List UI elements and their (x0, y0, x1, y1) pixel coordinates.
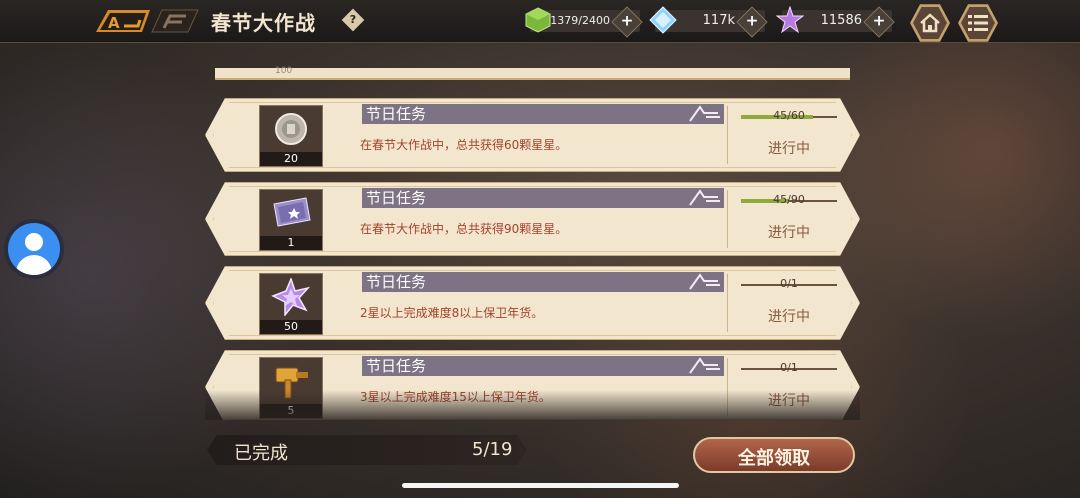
stamina-value: 1379/2400 (550, 14, 610, 27)
task-status: 进行中 (768, 225, 810, 241)
reward-count: 50 (260, 320, 322, 334)
task-banner: 节日任务 (362, 272, 724, 292)
svg-text:A: A (108, 14, 120, 32)
reward-item[interactable]: 20 (259, 105, 323, 167)
menu-button[interactable] (958, 4, 998, 42)
menu-list-icon (968, 15, 988, 31)
banner-emblem-icon (689, 357, 720, 374)
reward-count: 1 (260, 236, 322, 250)
task-banner: 节日任务 (362, 104, 724, 124)
task-progress: 45/60 (741, 109, 837, 122)
resource-star-gem: 11586 + (776, 6, 895, 38)
coin-medal-icon (275, 113, 307, 145)
task-card: 1 节日任务 在春节大作战中，总共获得90颗星星。 45/90 进行中 (205, 182, 860, 256)
top-bar: A 春节大作战 ? 1379/2400 + 117k + 11586 + (0, 0, 1080, 43)
task-card: 50 节日任务 2星以上完成难度8以上保卫年货。 0/1 进行中 (205, 266, 860, 340)
plus-icon: + (620, 11, 634, 30)
task-banner: 节日任务 (362, 188, 724, 208)
green-cube-icon (525, 7, 551, 33)
task-banner: 节日任务 (362, 356, 724, 376)
progress-text: 45/60 (773, 109, 805, 122)
task-description: 3星以上完成难度15以上保卫年货。 (360, 390, 551, 404)
add-star-gem-button[interactable]: + (863, 6, 895, 38)
completed-label: 已完成 (234, 443, 288, 464)
banner-emblem-icon (689, 273, 720, 290)
task-type-label: 节日任务 (366, 105, 427, 123)
task-status: 进行中 (768, 309, 810, 325)
partial-count: 100 (275, 66, 293, 76)
floating-assistant-button[interactable] (4, 219, 64, 279)
reward-count: 5 (260, 404, 322, 418)
plus-icon: + (745, 11, 759, 30)
task-status: 进行中 (768, 393, 810, 409)
reward-item[interactable]: 1 (259, 189, 323, 251)
task-progress: 45/90 (741, 193, 837, 206)
home-button[interactable] (910, 4, 950, 42)
task-type-label: 节日任务 (366, 273, 427, 291)
task-progress: 0/1 (741, 277, 837, 290)
task-card: 5 节日任务 3星以上完成难度15以上保卫年货。 0/1 进行中 (205, 350, 860, 420)
blue-crystal-icon (649, 6, 677, 34)
task-description: 在春节大作战中，总共获得60颗星星。 (360, 138, 568, 152)
banner-emblem-icon (689, 105, 720, 122)
progress-text: 45/90 (773, 193, 805, 206)
avatar-icon (8, 223, 60, 275)
help-button[interactable]: ? (341, 8, 365, 32)
crystal-value: 117k (702, 13, 735, 28)
partial-task-card: 100 (215, 66, 850, 80)
completed-value: 5/19 (472, 439, 513, 460)
progress-text: 0/1 (780, 277, 798, 290)
reward-item[interactable]: 50 (259, 273, 323, 335)
resource-crystal: 117k + (649, 6, 768, 38)
banner-emblem-icon (689, 189, 720, 206)
purple-star-icon (776, 6, 804, 34)
star-gem-value: 11586 (820, 13, 862, 28)
task-list[interactable]: 100 20 节日任务 在春节大作战中，总共获得60颗星星。 45/60 进行中 (205, 42, 860, 420)
task-type-label: 节日任务 (366, 357, 427, 375)
completed-counter: 已完成 5/19 (207, 435, 527, 465)
golden-hammer-icon (275, 367, 308, 399)
purple-star-icon (271, 278, 311, 316)
help-icon: ? (349, 13, 357, 26)
plus-icon: + (872, 11, 886, 30)
add-stamina-button[interactable]: + (611, 6, 643, 38)
claim-all-label: 全部领取 (738, 448, 810, 469)
task-progress: 0/1 (741, 361, 837, 374)
reward-item[interactable]: 5 (259, 357, 323, 419)
add-crystal-button[interactable]: + (736, 6, 768, 38)
home-indicator[interactable] (402, 483, 679, 488)
task-card: 20 节日任务 在春节大作战中，总共获得60颗星星。 45/60 进行中 (205, 98, 860, 172)
page-title: 春节大作战 (211, 11, 316, 35)
task-type-label: 节日任务 (366, 189, 427, 207)
resource-stamina: 1379/2400 + (525, 6, 643, 38)
claim-all-button[interactable]: 全部领取 (693, 437, 855, 473)
reward-count: 20 (260, 152, 322, 166)
task-description: 2星以上完成难度8以上保卫年货。 (360, 306, 544, 320)
task-description: 在春节大作战中，总共获得90颗星星。 (360, 222, 568, 236)
ticket-card-icon (273, 197, 311, 227)
game-logo: A (96, 9, 199, 33)
progress-text: 0/1 (780, 361, 798, 374)
home-icon (920, 13, 940, 33)
task-status: 进行中 (768, 141, 810, 157)
